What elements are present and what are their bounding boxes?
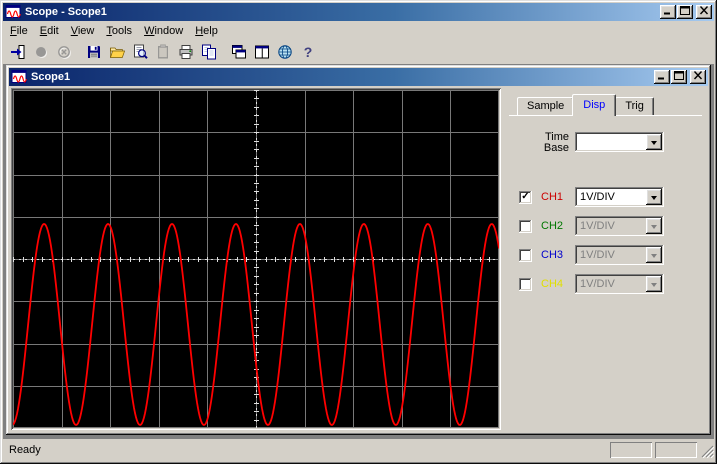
scope1-window: Scope1 SampleDispTrig Time Base ✓CH11V/D… [6, 65, 711, 435]
tab-disp[interactable]: Disp [572, 94, 616, 116]
scope1-content: SampleDispTrig Time Base ✓CH11V/DIVCH21V… [9, 87, 708, 432]
stop-icon [56, 44, 72, 60]
stop-button [52, 41, 75, 63]
ch2-label: CH2 [541, 220, 563, 232]
toolbar-separator [220, 41, 227, 63]
menu-window[interactable]: Window [138, 23, 189, 39]
scope1-icon [11, 69, 27, 85]
status-pane-2 [655, 442, 697, 458]
chevron-down-icon[interactable] [646, 189, 662, 205]
minimize-icon [657, 71, 667, 83]
title-bar[interactable]: Scope - Scope1 [3, 3, 714, 21]
ch3-checkbox[interactable] [519, 249, 532, 262]
print-preview-button[interactable] [128, 41, 151, 63]
exit-button[interactable] [6, 41, 29, 63]
ch3-scale-combo: 1V/DIV [575, 245, 664, 265]
menu-tools[interactable]: Tools [100, 23, 138, 39]
status-bar: Ready [3, 439, 714, 461]
scope-display [11, 88, 501, 430]
record-icon [33, 44, 49, 60]
cascade-icon [231, 44, 247, 60]
paste-icon [155, 44, 171, 60]
scope1-minimize-button[interactable] [654, 70, 670, 84]
ch3-label: CH3 [541, 249, 563, 261]
channel-row-ch3: CH3 1V/DIV [503, 245, 708, 266]
status-pane-1 [610, 442, 652, 458]
status-text: Ready [3, 444, 607, 456]
globe-icon [277, 44, 293, 60]
copy-icon [201, 44, 217, 60]
record-button [29, 41, 52, 63]
chevron-down-icon [646, 218, 662, 234]
ch4-scale-value: 1V/DIV [575, 278, 644, 290]
close-icon [693, 71, 703, 83]
copy-button[interactable] [197, 41, 220, 63]
scope1-title-bar[interactable]: Scope1 [9, 68, 708, 86]
minimize-button[interactable] [660, 5, 676, 19]
channel-row-ch1: ✓ CH1 1V/DIV [503, 187, 708, 208]
app-icon [5, 4, 21, 20]
app-window: Scope - Scope1 FileEditViewToolsWindowHe… [0, 0, 717, 464]
toolbar-separator [75, 41, 82, 63]
help-icon: ? [300, 44, 316, 60]
resize-grip[interactable] [700, 442, 714, 458]
menu-file[interactable]: File [4, 23, 34, 39]
scope1-title: Scope1 [31, 71, 653, 83]
mdi-client: Scope1 SampleDispTrig Time Base ✓CH11V/D… [3, 64, 714, 439]
toolbar: ? [3, 40, 714, 64]
ch2-checkbox[interactable] [519, 220, 532, 233]
close-icon [699, 6, 709, 18]
ch4-label: CH4 [541, 278, 563, 290]
paste-button [151, 41, 174, 63]
save-icon [86, 44, 102, 60]
menu-view[interactable]: View [65, 23, 101, 39]
close-button[interactable] [696, 5, 712, 19]
save-button[interactable] [82, 41, 105, 63]
menu-bar: FileEditViewToolsWindowHelp [3, 21, 714, 40]
channel-list: ✓ CH1 1V/DIV CH2 1V/DIV CH3 1V/DIV CH4 1V/DIV [503, 87, 708, 432]
channel-row-ch2: CH2 1V/DIV [503, 216, 708, 237]
minimize-icon [663, 6, 673, 18]
tile-icon [254, 44, 270, 60]
maximize-icon [674, 71, 684, 83]
scope-trace [13, 90, 499, 428]
print-icon [178, 44, 194, 60]
cascade-button[interactable] [227, 41, 250, 63]
scope1-close-button[interactable] [690, 70, 706, 84]
scope1-window-controls [653, 70, 706, 84]
maximize-button[interactable] [677, 5, 693, 19]
chevron-down-icon [646, 276, 662, 292]
tile-button[interactable] [250, 41, 273, 63]
window-title: Scope - Scope1 [25, 6, 659, 18]
open-button[interactable] [105, 41, 128, 63]
ch4-checkbox[interactable] [519, 278, 532, 291]
ch1-checkbox[interactable]: ✓ [519, 191, 532, 204]
channel-row-ch4: CH4 1V/DIV [503, 274, 708, 295]
svg-text:?: ? [303, 44, 312, 60]
print-button[interactable] [174, 41, 197, 63]
ch3-scale-value: 1V/DIV [575, 249, 644, 261]
help-button[interactable]: ? [296, 41, 319, 63]
exit-icon [10, 44, 26, 60]
ch4-scale-combo: 1V/DIV [575, 274, 664, 294]
window-controls [659, 5, 712, 19]
scope1-maximize-button[interactable] [671, 70, 687, 84]
chevron-down-icon [646, 247, 662, 263]
print-preview-icon [132, 44, 148, 60]
ch2-scale-combo: 1V/DIV [575, 216, 664, 236]
menu-help[interactable]: Help [189, 23, 224, 39]
ch1-label: CH1 [541, 191, 563, 203]
menu-edit[interactable]: Edit [34, 23, 65, 39]
maximize-icon [680, 6, 690, 18]
ch2-scale-value: 1V/DIV [575, 220, 644, 232]
open-icon [109, 44, 125, 60]
ch1-scale-value: 1V/DIV [575, 191, 644, 203]
ch1-scale-combo[interactable]: 1V/DIV [575, 187, 664, 207]
globe-button[interactable] [273, 41, 296, 63]
control-panel: SampleDispTrig Time Base ✓CH11V/DIVCH21V… [503, 87, 708, 432]
